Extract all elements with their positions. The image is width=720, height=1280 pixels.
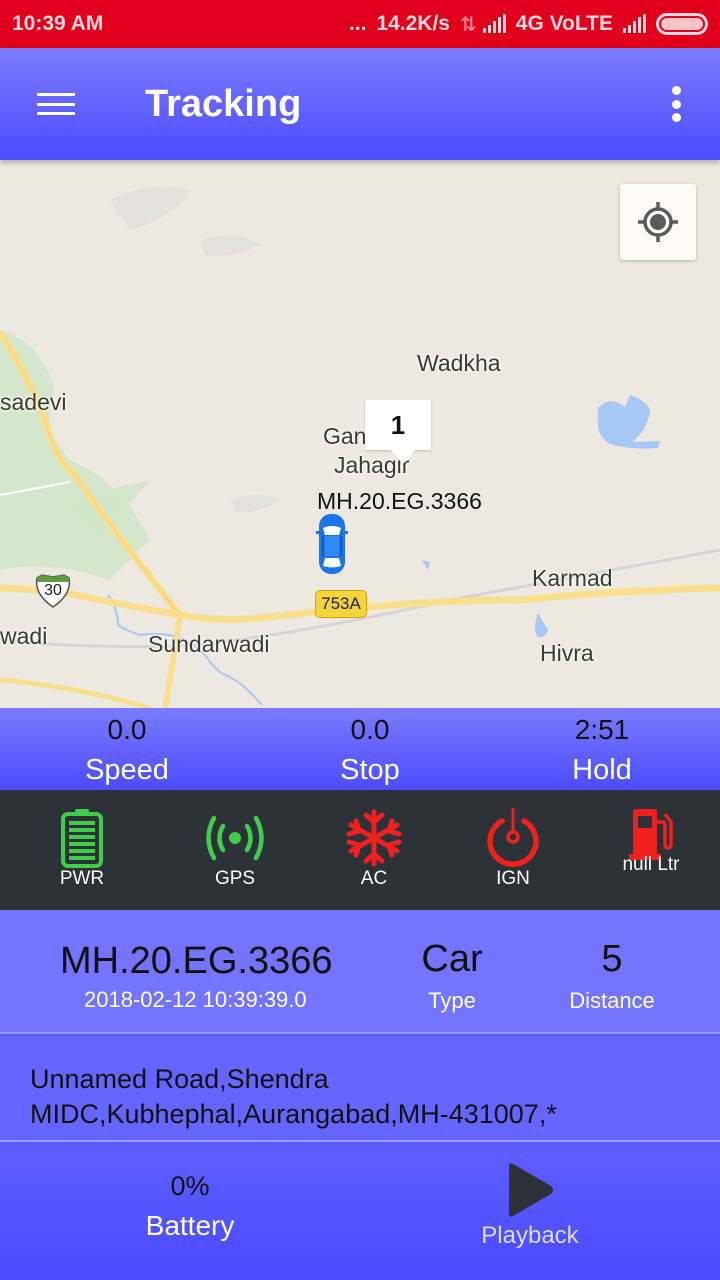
- route-shield-753a: 753A: [315, 590, 367, 618]
- map-label-karmad: Karmad: [532, 565, 613, 591]
- status-right: ... 14.2K/s ⇅ 4G VoLTE: [349, 12, 708, 37]
- address-line-1: Unnamed Road,Shendra: [30, 1064, 329, 1094]
- network-speed: 14.2K/s: [376, 12, 450, 35]
- indicator-gps-label: GPS: [214, 868, 256, 889]
- indicator-ign: IGN: [453, 806, 573, 890]
- map-view[interactable]: Wadkha sadevi Gan Jahagir Karmad wadi Su…: [0, 160, 720, 708]
- vehicle-timestamp: 2018-02-12 10:39:39.0: [84, 987, 307, 1012]
- highway-shield-label: 30: [44, 582, 62, 599]
- map-label-sundarwadi: Sundarwadi: [148, 631, 270, 657]
- map-label-gan: Gan: [323, 423, 367, 449]
- vehicle-address: Unnamed Road,Shendra MIDC,Kubhephal,Aura…: [0, 1036, 720, 1142]
- indicator-ac-label: AC: [360, 868, 388, 889]
- power-icon: [487, 808, 539, 867]
- my-location-button[interactable]: [620, 184, 696, 260]
- data-arrows-icon: ⇅: [460, 13, 477, 36]
- indicator-gps: GPS: [175, 808, 295, 890]
- car-marker[interactable]: [316, 512, 348, 576]
- stat-speed-value: 0.0: [107, 714, 147, 745]
- hamburger-menu-icon[interactable]: [37, 90, 77, 118]
- playback-button[interactable]: Playback: [470, 1162, 590, 1250]
- vehicle-type-label: Type: [428, 988, 476, 1013]
- indicator-fuel-label: null Ltr: [622, 854, 680, 875]
- marker-info-window[interactable]: 1: [365, 400, 431, 464]
- vehicle-plate: MH.20.EG.3366: [60, 940, 333, 982]
- address-line-2: MIDC,Kubhephal,Aurangabad,MH-431007,*: [30, 1099, 557, 1129]
- vehicle-info: MH.20.EG.3366 2018-02-12 10:39:39.0 Car …: [0, 910, 720, 1034]
- indicator-fuel: null Ltr: [591, 808, 711, 876]
- map-vehicle-label: MH.20.EG.3366: [317, 488, 482, 514]
- status-indicators: PWR GPS AC IGN null Ltr: [0, 790, 720, 910]
- map-label-wadi: wadi: [0, 623, 48, 649]
- map-label-wadkha: Wadkha: [417, 350, 501, 376]
- bottom-panel: 0% Battery Playback: [0, 1144, 720, 1280]
- status-time: 10:39 AM: [12, 12, 104, 35]
- my-location-icon: [638, 202, 678, 242]
- gps-signal-icon: [206, 815, 264, 861]
- snowflake-icon: [346, 809, 402, 867]
- indicator-ac: AC: [314, 808, 434, 890]
- more-vert-icon[interactable]: [670, 86, 682, 122]
- status-bar: 10:39 AM ... 14.2K/s ⇅ 4G VoLTE: [0, 0, 720, 48]
- stat-speed-label: Speed: [85, 754, 169, 786]
- highway-shield-30: 30: [34, 574, 72, 608]
- stat-stop-value: 0.0: [350, 714, 390, 745]
- vehicle-distance: 5 Distance: [532, 910, 692, 1014]
- network-type: 4G VoLTE: [515, 12, 613, 35]
- device-battery: 0% Battery: [90, 1168, 290, 1248]
- map-label-hivra: Hivra: [540, 640, 594, 666]
- vehicle-type-value: Car: [421, 938, 483, 980]
- stat-hold-label: Hold: [572, 754, 632, 786]
- play-icon: [509, 1163, 553, 1217]
- app-bar: Tracking: [0, 48, 720, 160]
- stat-stop-label: Stop: [340, 754, 400, 786]
- notification-dots: ...: [348, 12, 367, 35]
- stat-speed: 0.0 Speed: [27, 710, 227, 790]
- page-title: Tracking: [145, 82, 302, 125]
- stat-hold-value: 2:51: [574, 714, 630, 745]
- stat-stop: 0.0 Stop: [270, 710, 470, 790]
- battery-full-icon: [61, 809, 103, 868]
- vehicle-type: Car Type: [372, 910, 532, 1014]
- stat-hold: 2:51 Hold: [502, 710, 702, 790]
- battery-label: Battery: [145, 1210, 235, 1241]
- playback-label: Playback: [481, 1222, 579, 1249]
- vehicle-distance-label: Distance: [569, 988, 655, 1013]
- indicator-ign-label: IGN: [496, 868, 530, 889]
- signal-icon: [482, 14, 506, 33]
- map-label-sadevi: sadevi: [0, 389, 67, 415]
- stats-bar: 0.0 Speed 0.0 Stop 2:51 Hold: [0, 708, 720, 790]
- signal-icon-2: [623, 14, 646, 33]
- vehicle-distance-value: 5: [601, 938, 623, 980]
- indicator-pwr-label: PWR: [59, 868, 105, 889]
- battery-value: 0%: [170, 1171, 210, 1201]
- car-icon: [316, 514, 348, 574]
- battery-status-icon: [656, 13, 708, 35]
- indicator-pwr: PWR: [22, 808, 142, 890]
